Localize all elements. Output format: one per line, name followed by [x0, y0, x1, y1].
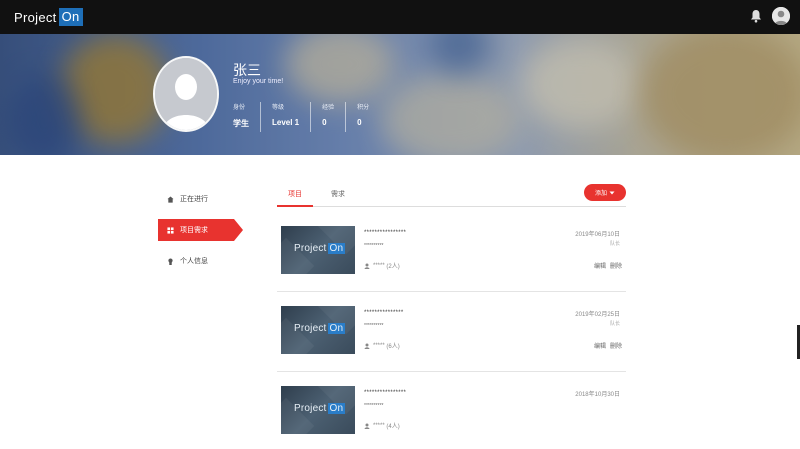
brand-logo[interactable]: Project On: [14, 7, 83, 27]
add-button-label: 添加: [594, 191, 607, 197]
edit-link[interactable]: 编辑: [594, 261, 606, 270]
person-icon: [364, 263, 370, 269]
thumb-brand-badge: On: [327, 403, 346, 414]
project-date: 2019年06月10日: [575, 232, 620, 238]
sidebar-item-label: 项目需求: [180, 227, 208, 234]
project-thumbnail[interactable]: Project On: [281, 386, 355, 434]
profile-name: 张三: [233, 62, 261, 78]
stat-label: 经验: [322, 105, 335, 111]
project-role: 队长: [609, 241, 620, 247]
sidebar-item-projects[interactable]: 项目需求: [158, 219, 243, 241]
thumb-brand-text: Project: [294, 403, 327, 414]
project-subtitle: **********: [364, 243, 384, 249]
sidebar-item-label: 个人信息: [180, 258, 208, 265]
delete-link[interactable]: 删除: [610, 341, 622, 350]
project-members: ***** (2人): [364, 261, 400, 270]
member-count: (6人): [386, 344, 400, 350]
list-item[interactable]: Project On **************** ********** **…: [277, 226, 626, 292]
stat-identity: 身份 学生: [233, 102, 261, 132]
stat-value: 学生: [233, 119, 249, 128]
tab-requirements[interactable]: 需求: [320, 186, 356, 207]
stat-experience: 经验 0: [322, 102, 347, 132]
thumb-brand-badge: On: [327, 323, 346, 334]
thumb-brand-badge: On: [327, 243, 346, 254]
caret-down-icon: [609, 191, 615, 194]
user-icon: [168, 258, 173, 265]
person-icon: [364, 343, 370, 349]
delete-link[interactable]: 删除: [610, 261, 622, 270]
default-user-silhouette-icon: [155, 58, 217, 130]
project-subtitle: **********: [364, 403, 384, 409]
list-item[interactable]: Project On **************** ********** **…: [277, 386, 626, 438]
project-title[interactable]: ***************: [364, 310, 404, 316]
stat-label: 等级: [272, 105, 285, 111]
home-icon: [167, 195, 174, 203]
user-avatar-menu[interactable]: [772, 7, 790, 25]
member-names: *****: [373, 262, 385, 269]
top-navbar: Project On: [0, 0, 800, 34]
thumb-brand-text: Project: [294, 243, 327, 254]
member-count: (2人): [386, 264, 400, 270]
member-count: (4人): [386, 424, 400, 430]
project-thumbnail[interactable]: Project On: [281, 226, 355, 274]
profile-stats: 身份 学生 等级 Level 1 经验 0 积分 0: [233, 102, 391, 132]
project-role: 队长: [609, 321, 620, 327]
bell-icon[interactable]: [750, 9, 762, 23]
person-icon: [364, 423, 370, 429]
list-item[interactable]: Project On *************** ********** ***…: [277, 306, 626, 372]
brand-text: Project: [14, 9, 57, 25]
project-actions: 编辑 删除: [594, 261, 622, 270]
profile-banner: 张三 Enjoy your time! 身份 学生 等级 Level 1 经验 …: [0, 34, 800, 155]
tab-projects[interactable]: 项目: [277, 186, 313, 207]
project-date: 2018年10月30日: [575, 392, 620, 398]
stat-value: Level 1: [272, 118, 300, 127]
brand-on-badge: On: [58, 8, 83, 26]
content-tabs: 项目 需求: [277, 186, 626, 207]
stat-value: 0: [357, 118, 362, 127]
stat-value: 0: [322, 118, 327, 127]
project-title[interactable]: ****************: [364, 390, 406, 396]
stat-level: 等级 Level 1: [272, 102, 312, 132]
sidebar-item-profile[interactable]: 个人信息: [158, 250, 234, 272]
profile-motto: Enjoy your time!: [233, 78, 284, 85]
profile-avatar[interactable]: [153, 56, 219, 132]
stat-points: 积分 0: [357, 102, 380, 132]
sidebar-item-ongoing[interactable]: 正在进行: [158, 188, 234, 210]
grid-icon: [167, 226, 174, 234]
stat-label: 身份: [233, 105, 246, 111]
edit-link[interactable]: 编辑: [594, 341, 606, 350]
sidebar-item-label: 正在进行: [180, 196, 208, 203]
member-names: *****: [373, 342, 385, 349]
project-actions: 编辑 删除: [594, 341, 622, 350]
project-members: ***** (6人): [364, 341, 400, 350]
project-thumbnail[interactable]: Project On: [281, 306, 355, 354]
thumb-brand-text: Project: [294, 323, 327, 334]
add-button[interactable]: 添加: [584, 184, 626, 201]
member-names: *****: [373, 422, 385, 429]
project-date: 2019年02月25日: [575, 312, 620, 318]
stat-label: 积分: [357, 105, 370, 111]
project-title[interactable]: ****************: [364, 230, 406, 236]
project-subtitle: **********: [364, 323, 384, 329]
avatar-silhouette-icon: [772, 7, 790, 25]
project-members: ***** (4人): [364, 421, 400, 430]
